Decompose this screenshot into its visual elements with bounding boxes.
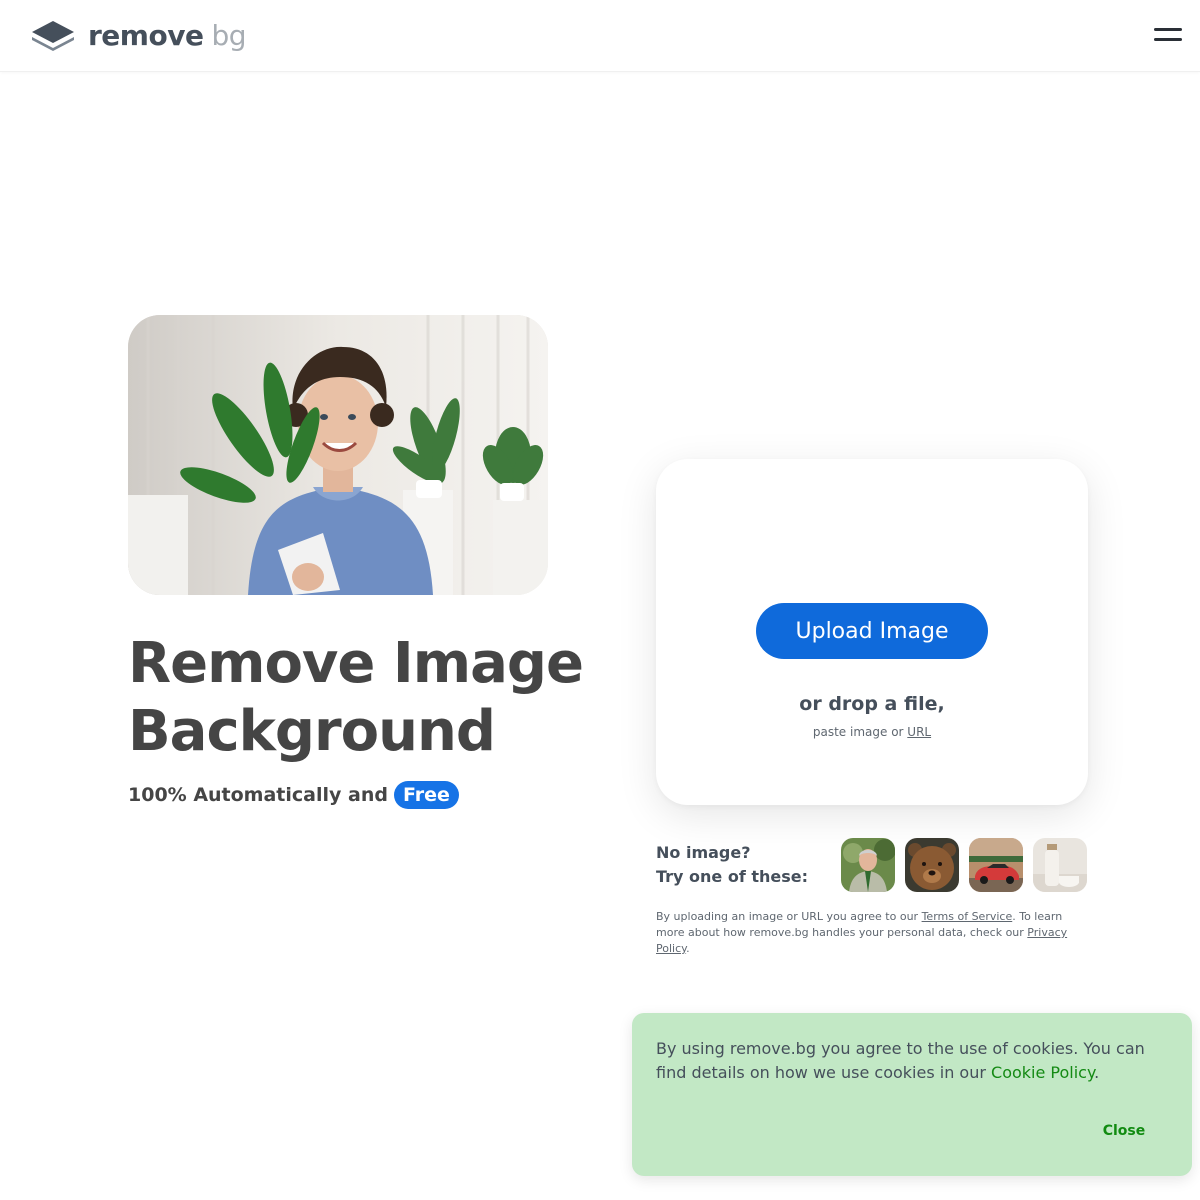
sample-bear-image	[905, 838, 959, 892]
sample-prompt: No image? Try one of these:	[656, 841, 808, 889]
hero-subtitle: 100% Automatically and Free	[128, 779, 459, 811]
upload-image-button[interactable]: Upload Image	[756, 603, 988, 659]
sample-car-thumbnail[interactable]	[969, 838, 1023, 892]
cookie-banner: By using remove.bg you agree to the use …	[632, 1013, 1192, 1176]
sample-product-thumbnail[interactable]	[1033, 838, 1087, 892]
terms-text-1: By uploading an image or URL you agree t…	[656, 910, 919, 923]
logo-link[interactable]: remove bg	[30, 16, 246, 56]
terms-text-3: .	[686, 942, 690, 955]
paste-hint: paste image or URL	[656, 725, 1088, 739]
sample-animal-thumbnail[interactable]	[905, 838, 959, 892]
layers-logo-icon	[32, 21, 74, 51]
terms-of-service-link[interactable]: Terms of Service	[922, 910, 1013, 923]
cookie-close-button[interactable]: Close	[1084, 1117, 1164, 1145]
sample-car-image	[969, 838, 1023, 892]
sample-images	[841, 838, 1087, 892]
menu-line	[1154, 28, 1182, 31]
sample-person-image	[841, 838, 895, 892]
site-header: remove bg	[0, 0, 1200, 72]
subtitle-text: 100% Automatically and	[128, 784, 388, 806]
hero-image	[128, 315, 548, 595]
drop-file-text: or drop a file,	[799, 693, 945, 715]
terms-notice: By uploading an image or URL you agree t…	[656, 909, 1086, 957]
title-line-2: Background	[128, 699, 496, 764]
sample-bottle-image	[1033, 838, 1087, 892]
hamburger-menu-icon[interactable]	[1152, 24, 1188, 48]
logo-bg-text: bg	[211, 19, 246, 52]
upload-dropzone[interactable]: Upload Image or drop a file, paste image…	[656, 459, 1088, 805]
menu-line	[1154, 38, 1182, 41]
cookie-message: By using remove.bg you agree to the use …	[656, 1037, 1172, 1085]
logo-remove-text: remove	[88, 19, 204, 52]
cookie-message-end: .	[1094, 1063, 1100, 1082]
title-line-1: Remove Image	[128, 631, 584, 696]
sample-prompt-line-2: Try one of these:	[656, 867, 809, 886]
page-title: Remove Image Background	[128, 630, 628, 766]
paste-hint-text: paste image or	[812, 725, 904, 739]
cookie-policy-link[interactable]: Cookie Policy	[991, 1063, 1094, 1082]
url-link[interactable]: URL	[907, 725, 931, 739]
free-badge: Free	[393, 781, 459, 809]
sample-prompt-line-1: No image?	[656, 843, 751, 862]
logo-text: remove bg	[88, 22, 246, 50]
sample-person-thumbnail[interactable]	[841, 838, 895, 892]
hero-photo-illustration	[128, 315, 548, 595]
